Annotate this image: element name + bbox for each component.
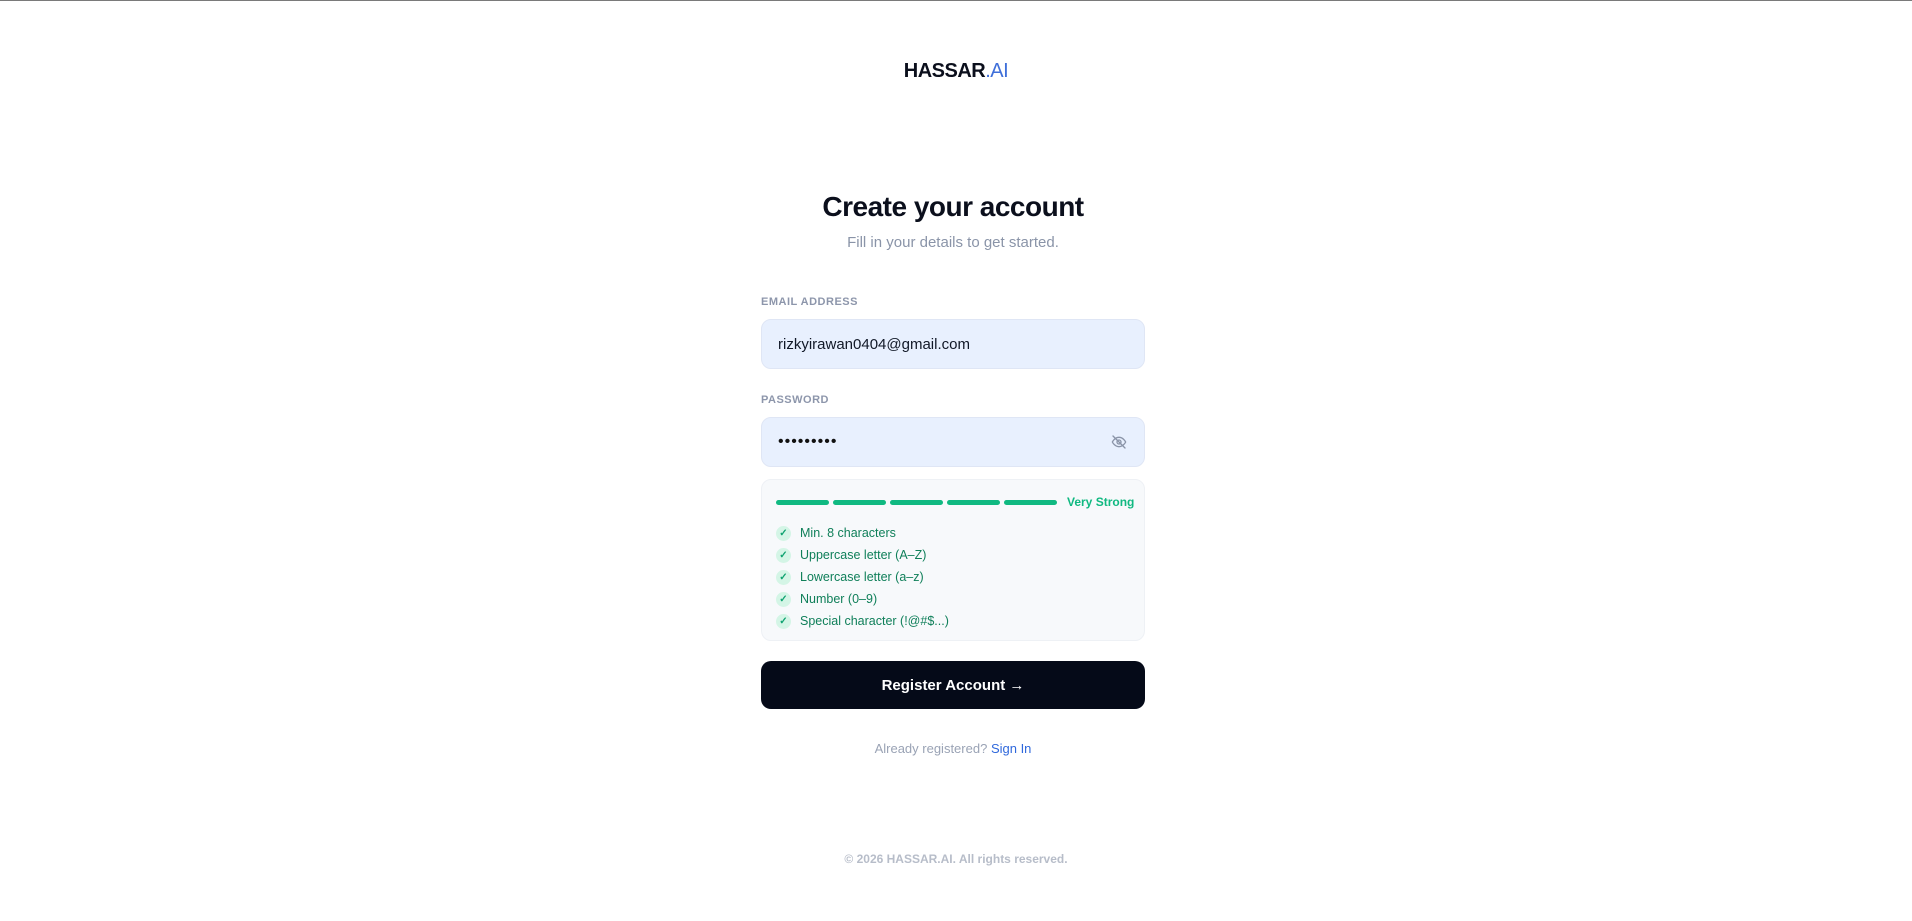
footer-copyright: © 2026 HASSAR.AI. All rights reserved. [844,852,1068,866]
list-item: ✓ Lowercase letter (a–z) [776,566,1130,588]
check-icon: ✓ [776,569,791,585]
strength-label: Very Strong [1067,495,1135,509]
check-icon: ✓ [776,613,791,629]
register-page: HASSAR.AI Create your account Fill in yo… [0,0,1912,921]
register-form: Create your account Fill in your details… [761,190,1145,756]
window-top-border [0,0,1912,1]
list-item: ✓ Special character (!@#$...) [776,610,1130,632]
requirement-text: Uppercase letter (A–Z) [800,548,927,562]
list-item: ✓ Uppercase letter (A–Z) [776,544,1130,566]
list-item: ✓ Min. 8 characters [776,522,1130,544]
check-icon: ✓ [776,547,791,563]
signin-prompt: Already registered? [874,741,988,756]
requirements-list: ✓ Min. 8 characters ✓ Uppercase letter (… [776,522,1130,632]
strength-segment [947,499,1000,505]
strength-segment [890,499,943,505]
check-icon: ✓ [776,525,791,541]
password-field[interactable]: ••••••••• [761,417,1145,467]
logo[interactable]: HASSAR.AI [0,60,1912,83]
password-value: ••••••••• [778,433,838,450]
strength-bars [776,499,1057,505]
strength-meter: Very Strong [776,495,1134,509]
logo-brand: HASSAR [903,60,986,82]
requirement-text: Number (0–9) [800,592,878,606]
password-strength-panel: Very Strong ✓ Min. 8 characters ✓ Upperc… [761,479,1145,641]
page-subtitle: Fill in your details to get started. [847,234,1059,251]
strength-segment [833,499,886,505]
strength-segment [1004,499,1057,505]
strength-segment [776,499,829,505]
logo-tld: .AI [985,60,1009,82]
signin-prompt-row: Already registered? Sign In [761,741,1145,756]
email-value: rizkyirawan0404@gmail.com [778,335,970,353]
email-label: EMAIL ADDRESS [761,296,858,308]
check-icon: ✓ [776,591,791,607]
password-label: PASSWORD [761,394,829,406]
register-button[interactable]: Register Account → [761,661,1145,709]
page-title: Create your account [822,191,1084,222]
signin-link[interactable]: Sign In [991,741,1031,756]
requirement-text: Special character (!@#$...) [800,614,949,628]
requirement-text: Lowercase letter (a–z) [800,570,924,584]
eye-off-icon[interactable] [1110,433,1128,451]
list-item: ✓ Number (0–9) [776,588,1130,610]
email-field[interactable]: rizkyirawan0404@gmail.com [761,319,1145,369]
requirement-text: Min. 8 characters [800,526,896,540]
